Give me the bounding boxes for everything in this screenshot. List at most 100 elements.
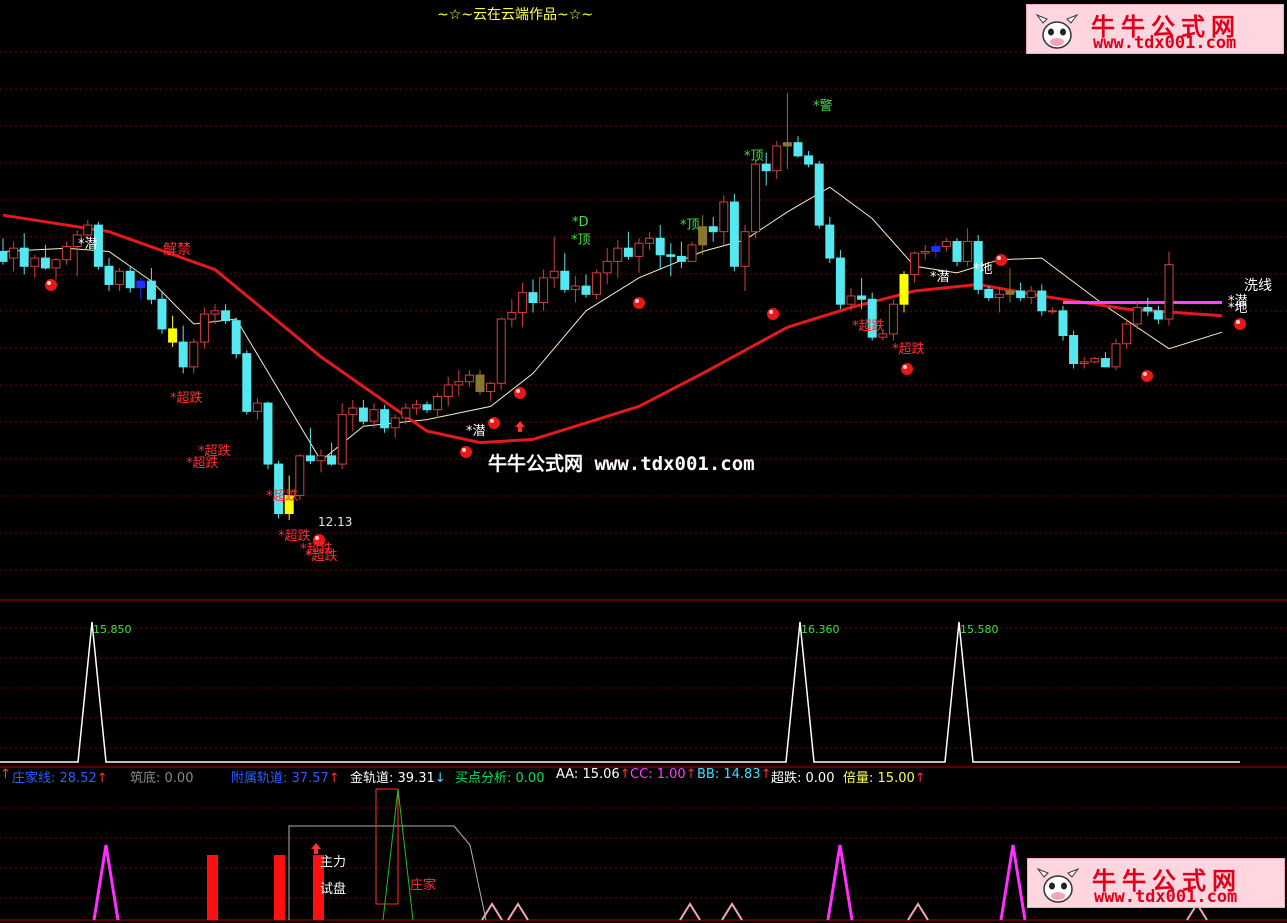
small-pink-spike: [679, 902, 701, 921]
arrow-up-icon: ↑: [0, 767, 11, 782]
candle-body: [804, 155, 814, 165]
candle-body: [719, 201, 729, 233]
candle-body: [157, 298, 167, 330]
status-item: CC: 1.00↑: [630, 767, 697, 782]
signal-ball-icon: [633, 297, 645, 309]
candle-body: [316, 455, 326, 462]
candle-body: [1058, 310, 1068, 337]
candle-body: [1153, 310, 1163, 320]
signal-ball-icon: [1236, 320, 1240, 324]
cow-logo-icon: [1035, 13, 1079, 49]
candle-body: [899, 274, 909, 305]
ding-label: *顶: [571, 233, 591, 248]
candle-body: [337, 414, 347, 465]
chao-die-label: *超跌: [892, 341, 925, 357]
candle-body: [623, 247, 633, 257]
candle-body: [411, 404, 421, 409]
candle-body: [358, 407, 368, 422]
grid-lines: [0, 51, 1287, 921]
candle-body: [793, 142, 803, 157]
candle-body: [888, 303, 898, 335]
candle-body: [146, 280, 156, 300]
di-label: *地: [973, 262, 993, 277]
status-item: 附属轨道: 37.57↑: [231, 771, 340, 786]
candle-body: [369, 409, 379, 422]
signal-ball-icon: [462, 448, 466, 452]
signal-ball-icon: [769, 310, 773, 314]
candle-body: [1122, 323, 1132, 345]
zhuli-label: 主力: [320, 855, 346, 870]
peak-label-1: 15.850: [93, 623, 132, 636]
candle-body: [464, 374, 474, 383]
candle-body: [984, 288, 994, 299]
zhuangjia-label: 庄家: [410, 877, 436, 893]
candle-body: [475, 374, 485, 393]
candle-body: [528, 292, 538, 304]
candle-body: [761, 163, 771, 172]
jing-label: *警: [813, 98, 833, 114]
candle-body: [443, 384, 453, 397]
candle-body: [9, 247, 19, 259]
candle-body: [1090, 358, 1100, 363]
qian-label: *潜: [466, 424, 486, 439]
signal-ball-icon: [488, 417, 500, 429]
peak-label-2: 16.360: [801, 623, 840, 636]
candle-body: [878, 333, 888, 338]
signal-ball-icon: [997, 256, 1001, 260]
candle-body: [581, 285, 591, 295]
candle-body: [104, 265, 114, 285]
arrow-up-icon: [311, 843, 321, 854]
signal-markers: *超跌*超跌*超跌*超跌*超跌*超跌*超跌*超跌*超跌*潜*潜*潜*潜*顶*顶*…: [45, 149, 1248, 564]
candle-body: [231, 320, 241, 355]
ma-short-line: [2, 186, 1223, 462]
cc-spike: [92, 844, 120, 921]
candle-body: [401, 407, 411, 419]
peak-label-3: 15.580: [960, 623, 999, 636]
qian-label: *潜: [78, 237, 98, 252]
candle-body: [0, 250, 8, 262]
watermark-url: www.tdx001.com: [1093, 33, 1237, 53]
candle-body: [168, 328, 178, 343]
candle-body: [1111, 343, 1121, 368]
volume-bar: [274, 855, 285, 920]
candle-body: [1132, 307, 1142, 325]
status-item: 金轨道: 39.31↓: [350, 771, 446, 786]
candle-body: [486, 382, 496, 393]
candle-body: [390, 417, 400, 429]
chao-die-label: *超跌: [305, 548, 338, 564]
candle-body: [1037, 290, 1047, 312]
candle-body: [952, 241, 962, 262]
candle-body: [1005, 290, 1015, 295]
signal-ball-icon: [1143, 372, 1147, 376]
candle-body: [1026, 290, 1036, 299]
status-item: AA: 15.06↑: [556, 767, 631, 782]
jie-jin-label: 解禁: [163, 242, 191, 258]
chao-die-label: *超跌: [266, 488, 299, 504]
indicator-line: [0, 621, 1240, 763]
candle-body: [676, 255, 686, 262]
chao-die-label: *超跌: [852, 318, 885, 334]
candle-body: [1047, 310, 1057, 313]
candle-body: [507, 311, 517, 320]
candle-body: [189, 341, 199, 368]
ding-label: *顶: [680, 218, 700, 233]
candle-body: [729, 201, 739, 267]
candle-body: [136, 280, 146, 289]
signal-ball-icon: [901, 363, 913, 375]
candle-body: [1143, 307, 1153, 312]
candle-body: [348, 407, 358, 416]
ding-label: *顶: [744, 149, 764, 164]
signal-ball-icon: [460, 446, 472, 458]
candle-body: [549, 270, 559, 279]
chao-die-label: *超跌: [170, 390, 203, 406]
signal-ball-icon: [1141, 370, 1153, 382]
cc-spike: [999, 844, 1027, 921]
indicator-status-bar: ↑ 庄家线: 28.52↑ 筑底: 0.00 附属轨道: 37.57↑ 金轨道:…: [0, 767, 1287, 786]
candle-body: [560, 270, 570, 290]
status-item: 庄家线: 28.52↑: [12, 771, 108, 786]
candle-body: [835, 257, 845, 305]
signal-ball-icon: [635, 299, 639, 303]
candle-body: [857, 295, 867, 300]
candle-body: [592, 272, 602, 295]
candle-body: [655, 237, 665, 256]
